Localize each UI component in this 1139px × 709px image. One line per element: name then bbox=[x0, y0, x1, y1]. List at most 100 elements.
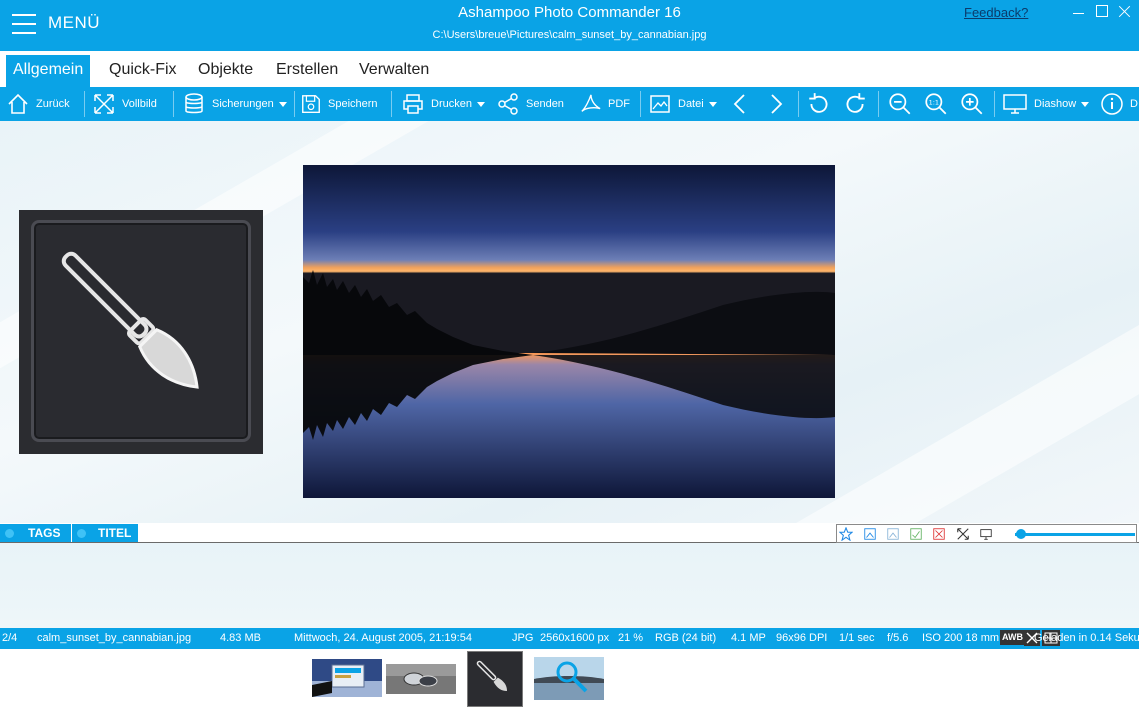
tab-allgemein[interactable]: Allgemein bbox=[6, 55, 91, 87]
status-exposure: 1/1 sec bbox=[839, 632, 875, 644]
svg-text:1:1: 1:1 bbox=[929, 99, 939, 107]
toolbar-separator bbox=[173, 91, 174, 117]
close-button[interactable] bbox=[1116, 3, 1134, 21]
title-label: TITEL bbox=[98, 526, 132, 540]
maximize-button[interactable] bbox=[1094, 3, 1112, 21]
back-button[interactable]: Zurück bbox=[6, 87, 70, 121]
thumbnail-image bbox=[312, 659, 382, 697]
tab-verwalten[interactable]: Verwalten bbox=[352, 55, 436, 87]
zoom-slider-track[interactable] bbox=[1015, 533, 1135, 536]
file-path: C:\Users\breue\Pictures\calm_sunset_by_c… bbox=[432, 29, 707, 41]
thumbnail-image bbox=[386, 664, 456, 694]
tab-quick-fix[interactable]: Quick-Fix bbox=[102, 55, 184, 87]
status-zoom: 21 % bbox=[618, 632, 644, 644]
status-aperture: f/5.6 bbox=[887, 632, 909, 644]
pdf-button[interactable]: PDF bbox=[580, 87, 630, 121]
chevron-left-icon bbox=[733, 94, 745, 114]
save-label: Speichern bbox=[328, 98, 378, 110]
save-button[interactable]: Speichern bbox=[300, 87, 378, 121]
zoom-slider-handle[interactable] bbox=[1016, 529, 1026, 539]
backups-dropdown[interactable]: Sicherungen bbox=[182, 87, 287, 121]
chevron-down-icon bbox=[1081, 101, 1090, 107]
slideshow-dropdown[interactable]: Diashow bbox=[1002, 87, 1090, 121]
send-button[interactable]: Senden bbox=[496, 87, 564, 121]
status-format: JPG bbox=[512, 632, 534, 644]
status-filename: calm_sunset_by_cannabian.jpg bbox=[37, 632, 192, 644]
status-dpi: 96x96 DPI bbox=[776, 632, 828, 644]
fullscreen-icon bbox=[94, 94, 114, 114]
home-icon bbox=[8, 93, 28, 114]
tab-objekte[interactable]: Objekte bbox=[191, 55, 260, 87]
zoom-out-icon bbox=[889, 93, 911, 115]
minimize-button[interactable] bbox=[1070, 3, 1088, 21]
toolbar-separator bbox=[640, 91, 641, 117]
info-button[interactable]: D bbox=[1100, 87, 1138, 121]
image-flag-icon[interactable] bbox=[886, 527, 900, 541]
status-dimensions: 2560x1600 px bbox=[540, 632, 610, 644]
filmstrip-thumbnail-2[interactable] bbox=[386, 664, 456, 694]
image-reject-icon[interactable] bbox=[932, 527, 946, 541]
monitor-icon[interactable] bbox=[979, 527, 993, 541]
previous-image-button[interactable] bbox=[730, 87, 750, 121]
zoom-actual-size-button[interactable]: 1:1 bbox=[923, 87, 949, 121]
toolbar-separator bbox=[798, 91, 799, 117]
zoom-in-button[interactable] bbox=[959, 87, 985, 121]
zoom-out-button[interactable] bbox=[887, 87, 913, 121]
paintbrush-icon bbox=[61, 251, 199, 389]
rotate-left-icon bbox=[809, 93, 828, 113]
filmstrip-thumbnail-1[interactable] bbox=[312, 659, 382, 697]
info-icon bbox=[1101, 93, 1123, 115]
printer-icon bbox=[403, 94, 423, 114]
status-bar: 2/4 calm_sunset_by_cannabian.jpg 4.83 MB… bbox=[0, 628, 1139, 649]
tab-erstellen[interactable]: Erstellen bbox=[269, 55, 345, 87]
filmstrip bbox=[0, 649, 1139, 709]
paintbrush-icon bbox=[476, 660, 508, 692]
filmstrip-thumbnail-4[interactable] bbox=[534, 657, 604, 700]
file-dropdown[interactable]: Datei bbox=[648, 87, 717, 121]
fullscreen-label: Vollbild bbox=[122, 98, 157, 110]
print-dropdown[interactable]: Drucken bbox=[401, 87, 485, 121]
image-check-icon[interactable] bbox=[909, 527, 923, 541]
details-panel bbox=[0, 543, 1139, 628]
toolbar-separator bbox=[994, 91, 995, 117]
tags-button[interactable]: TAGS bbox=[0, 524, 71, 542]
ribbon-tabs: Allgemein Quick-Fix Objekte Erstellen Ve… bbox=[0, 51, 1139, 87]
slideshow-label: Diashow bbox=[1034, 98, 1077, 110]
status-megapixels: 4.1 MP bbox=[731, 632, 766, 644]
title-button[interactable]: TITEL bbox=[72, 524, 138, 542]
image-viewer[interactable] bbox=[0, 121, 1139, 523]
status-iso-focal: ISO 200 18 mm bbox=[922, 632, 1000, 644]
image-file-icon bbox=[650, 95, 670, 113]
image-flag-icon[interactable] bbox=[863, 527, 877, 541]
star-icon[interactable] bbox=[839, 527, 853, 541]
save-icon bbox=[302, 95, 320, 113]
previous-image-preview[interactable] bbox=[19, 210, 263, 454]
status-date: Mittwoch, 24. August 2005, 21:19:54 bbox=[294, 632, 472, 644]
title-bar: MENÜ Ashampoo Photo Commander 16 C:\User… bbox=[0, 0, 1139, 51]
share-icon bbox=[498, 93, 518, 115]
toolbar-separator bbox=[391, 91, 392, 117]
filmstrip-thumbnail-3-selected[interactable] bbox=[467, 651, 523, 707]
print-label: Drucken bbox=[431, 98, 472, 110]
next-image-button[interactable] bbox=[766, 87, 786, 121]
info-label: D bbox=[1130, 98, 1138, 110]
preview-frame bbox=[31, 220, 251, 442]
fit-to-window-icon[interactable] bbox=[956, 527, 970, 541]
chevron-down-icon bbox=[708, 101, 717, 107]
fullscreen-button[interactable]: Vollbild bbox=[92, 87, 157, 121]
image-index: 2/4 bbox=[2, 632, 18, 644]
pdf-icon bbox=[581, 94, 601, 112]
send-label: Senden bbox=[526, 98, 564, 110]
main-photo[interactable] bbox=[303, 165, 835, 498]
toolbar: Zurück Vollbild Sicherungen Speichern Dr… bbox=[0, 87, 1139, 121]
status-filesize: 4.83 MB bbox=[220, 632, 261, 644]
feedback-link[interactable]: Feedback? bbox=[964, 5, 1028, 20]
rating-toolbar bbox=[836, 524, 1137, 543]
awb-badge: AWB bbox=[1000, 630, 1025, 645]
rotate-left-button[interactable] bbox=[806, 87, 832, 121]
rotate-right-button[interactable] bbox=[842, 87, 868, 121]
rotate-right-icon bbox=[846, 93, 865, 113]
pdf-label: PDF bbox=[608, 98, 630, 110]
monitor-icon bbox=[1003, 94, 1027, 114]
status-load-time: Geladen in 0.14 Seku bbox=[1034, 632, 1139, 644]
